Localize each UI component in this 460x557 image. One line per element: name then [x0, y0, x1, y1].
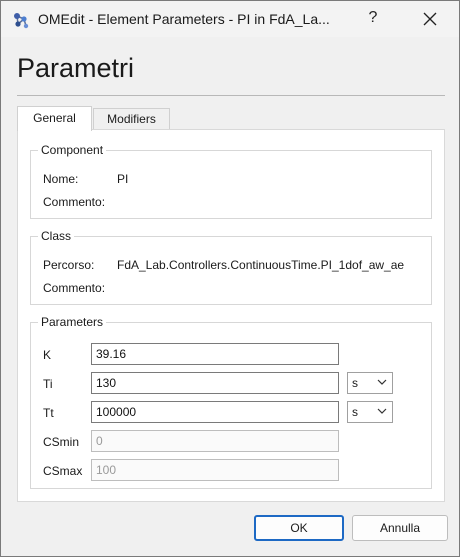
param-tt-input[interactable]: 100000: [91, 401, 339, 423]
param-k-label: K: [43, 348, 52, 362]
param-tt-unit-select[interactable]: s: [347, 401, 393, 423]
tab-general[interactable]: General: [17, 106, 92, 131]
param-csmin-label: CSmin: [43, 435, 80, 449]
tab-modifiers[interactable]: Modifiers: [93, 108, 170, 130]
class-group: Class Percorso: FdA_Lab.Controllers.Cont…: [30, 229, 432, 305]
param-tt-label: Tt: [43, 406, 54, 420]
param-tt-unit-value: s: [352, 405, 358, 419]
parameters-group-title: Parameters: [38, 315, 107, 329]
window-title: OMEdit - Element Parameters - PI in FdA_…: [38, 11, 330, 27]
general-tab-panel: Component Nome: PI Commento: Class Perco…: [17, 129, 445, 502]
param-ti-unit-value: s: [352, 376, 358, 390]
help-button[interactable]: ?: [363, 9, 383, 29]
element-parameters-dialog: OMEdit - Element Parameters - PI in FdA_…: [0, 0, 460, 557]
component-group: Component Nome: PI Commento:: [30, 143, 432, 219]
class-comment-label: Commento:: [43, 281, 106, 295]
class-path-label: Percorso:: [43, 258, 95, 272]
component-name-label: Nome:: [43, 172, 79, 186]
param-csmax-input[interactable]: 100: [91, 459, 339, 481]
component-comment-label: Commento:: [43, 195, 106, 209]
close-icon: [423, 12, 437, 26]
param-csmax-label: CSmax: [43, 464, 83, 478]
class-group-title: Class: [38, 229, 75, 243]
class-path-value: FdA_Lab.Controllers.ContinuousTime.PI_1d…: [117, 258, 405, 272]
cancel-button[interactable]: Annulla: [352, 515, 448, 541]
component-name-value: PI: [117, 172, 129, 186]
close-button[interactable]: [413, 5, 447, 33]
component-group-title: Component: [38, 143, 107, 157]
param-k-input[interactable]: 39.16: [91, 343, 339, 365]
param-ti-label: Ti: [43, 377, 53, 391]
title-bar[interactable]: OMEdit - Element Parameters - PI in FdA_…: [1, 1, 459, 37]
param-ti-input[interactable]: 130: [91, 372, 339, 394]
param-csmin-input[interactable]: 0: [91, 430, 339, 452]
chevron-down-icon: [377, 408, 387, 414]
omedit-app-icon: [11, 10, 31, 30]
heading-divider: [17, 95, 445, 96]
chevron-down-icon: [377, 379, 387, 385]
param-ti-unit-select[interactable]: s: [347, 372, 393, 394]
ok-button[interactable]: OK: [254, 515, 344, 541]
page-title: Parametri: [17, 53, 135, 83]
parameters-group: Parameters K 39.16 Ti 130 s Tt 100000 s …: [30, 315, 432, 489]
